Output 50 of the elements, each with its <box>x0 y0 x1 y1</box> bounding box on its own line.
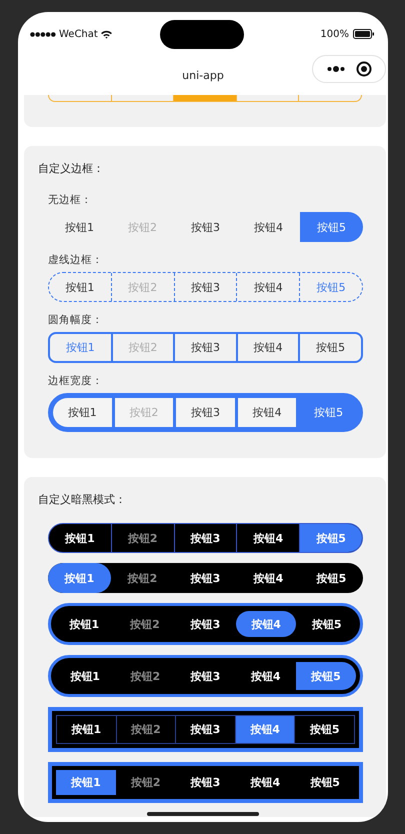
segment-button[interactable]: 按钮3 <box>175 662 236 690</box>
segment-button[interactable]: 按钮4 <box>236 334 298 361</box>
segment-button[interactable]: 按钮4 <box>236 611 296 637</box>
segment-button[interactable]: 按钮5 <box>296 662 356 690</box>
page-title: uni-app <box>182 69 224 82</box>
signal-icon <box>30 32 56 36</box>
segment-button[interactable]: 按钮5 <box>299 524 362 552</box>
segment-button[interactable]: 按钮3 <box>174 212 237 242</box>
group-label: 无边框： <box>48 193 93 208</box>
segment-button[interactable]: 按钮3 <box>174 563 237 593</box>
segment-button[interactable]: 按钮1 <box>53 398 112 427</box>
segment-button[interactable]: 按钮1 <box>48 212 111 242</box>
section-title: 自定义暗黑模式： <box>38 492 127 508</box>
segment-button[interactable]: 按钮1 <box>48 563 111 593</box>
segment-button[interactable]: 按钮4 <box>237 212 300 242</box>
segment-button[interactable]: 按钮5 <box>298 334 361 361</box>
wifi-icon <box>100 30 112 38</box>
segment-button[interactable]: 按钮1 <box>57 716 116 743</box>
segment-button[interactable]: 按钮1 <box>50 334 111 361</box>
segment-button[interactable]: 按钮4 <box>234 716 294 743</box>
segment-button[interactable]: 按钮3 <box>175 609 236 639</box>
group-label: 虚线边框： <box>48 253 104 268</box>
segment-button[interactable]: 按钮4 <box>235 770 296 795</box>
segment-button[interactable]: 按钮4 <box>237 563 300 593</box>
segment-button[interactable]: 按钮3 <box>174 524 236 552</box>
more-icon[interactable] <box>326 66 344 72</box>
group-label: 圆角幅度： <box>48 313 104 328</box>
segment-button[interactable]: 按钮3 <box>174 273 236 301</box>
battery-icon <box>353 29 374 39</box>
segment-button[interactable]: 按钮4 <box>236 273 300 301</box>
segment-button[interactable]: 按钮1 <box>54 609 115 639</box>
segment-button[interactable]: 按钮3 <box>173 334 236 361</box>
segment-button[interactable]: 按钮3 <box>176 398 235 427</box>
segment-button[interactable]: 按钮4 <box>238 398 296 427</box>
segment-button[interactable]: 按钮5 <box>296 609 357 639</box>
segment-button[interactable]: 按钮5 <box>300 212 363 242</box>
section-title: 自定义边框： <box>38 161 105 177</box>
segment-button[interactable]: 按钮1 <box>56 770 116 795</box>
segment-button[interactable]: 按钮5 <box>300 563 363 593</box>
segment-button[interactable]: 按钮1 <box>55 662 116 690</box>
segment-button[interactable]: 按钮1 <box>49 524 111 552</box>
segment-button[interactable]: 按钮5 <box>299 273 362 301</box>
battery-text: 100% <box>320 28 349 40</box>
segment-button[interactable]: 按钮3 <box>176 770 236 795</box>
segment-button[interactable]: 按钮5 <box>295 770 355 795</box>
group-label: 边框宽度： <box>48 374 104 389</box>
segment-button[interactable]: 按钮4 <box>236 662 296 690</box>
segment-button[interactable]: 按钮5 <box>294 716 354 743</box>
segment-button[interactable]: 按钮1 <box>49 273 111 301</box>
carrier-text: WeChat <box>59 28 98 40</box>
